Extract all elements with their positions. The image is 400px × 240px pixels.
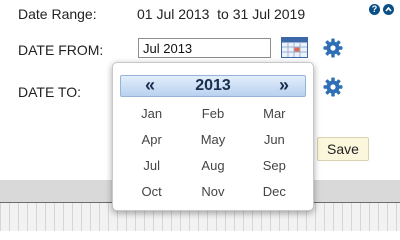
month-sep[interactable]: Sep <box>244 153 305 179</box>
month-picker: « 2013 » Jan Feb Mar Apr May Jun Jul Aug… <box>112 62 314 211</box>
next-year-button[interactable]: » <box>279 76 289 95</box>
collapse-icon[interactable] <box>383 4 394 15</box>
date-range-label: Date Range: <box>18 6 97 22</box>
month-dec[interactable]: Dec <box>244 179 305 205</box>
gear-icon[interactable] <box>323 38 343 58</box>
month-grid: Jan Feb Mar Apr May Jun Jul Aug Sep Oct … <box>121 101 305 205</box>
month-aug[interactable]: Aug <box>182 153 243 179</box>
month-feb[interactable]: Feb <box>182 101 243 127</box>
month-nov[interactable]: Nov <box>182 179 243 205</box>
date-to-label: DATE TO: <box>18 84 82 100</box>
picker-header: « 2013 » <box>120 75 306 97</box>
month-jun[interactable]: Jun <box>244 127 305 153</box>
month-mar[interactable]: Mar <box>244 101 305 127</box>
date-range-value: 01 Jul 2013 to 31 Jul 2019 <box>137 6 306 22</box>
month-may[interactable]: May <box>182 127 243 153</box>
month-apr[interactable]: Apr <box>121 127 182 153</box>
gear-icon-date-to[interactable] <box>323 77 343 97</box>
picker-year: 2013 <box>195 77 231 94</box>
save-button[interactable]: Save <box>317 137 369 161</box>
month-oct[interactable]: Oct <box>121 179 182 205</box>
help-icon[interactable]: ? <box>369 4 380 15</box>
calendar-icon[interactable] <box>281 36 308 58</box>
month-jan[interactable]: Jan <box>121 101 182 127</box>
date-from-label: DATE FROM: <box>18 42 104 58</box>
month-jul[interactable]: Jul <box>121 153 182 179</box>
date-from-input[interactable] <box>138 38 271 58</box>
